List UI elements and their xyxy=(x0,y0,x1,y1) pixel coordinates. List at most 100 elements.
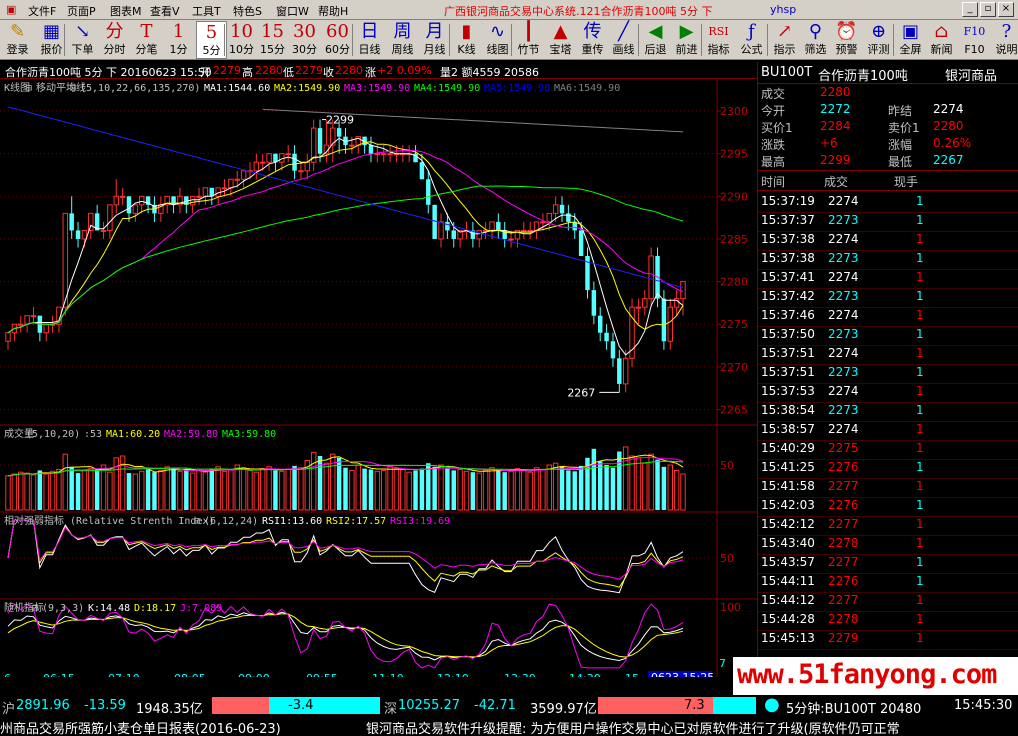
toolbar-icon: ⏰ xyxy=(835,21,858,42)
collapse-icon[interactable]: ⊟ xyxy=(70,83,76,94)
volume-bar xyxy=(189,472,196,511)
collapse-icon[interactable]: ⊟ xyxy=(32,603,38,614)
kdj-y-tick: 7 xyxy=(719,657,726,670)
toolbar-button-预警[interactable]: ⏰ 预警 xyxy=(831,21,862,59)
sh-amount: 1948.35亿 xyxy=(136,702,203,717)
close-icon[interactable]: × xyxy=(998,2,1014,17)
toolbar-button-重传[interactable]: 传重传 xyxy=(577,21,608,59)
x-tick-label: 11:10 xyxy=(372,672,404,677)
volume-bar xyxy=(88,468,94,511)
ticker-left[interactable]: 州商品交易所强筋小麦仓单日报表(2016-06-23) xyxy=(0,718,281,736)
toolbar-separator xyxy=(701,24,702,56)
toolbar-button-报价[interactable]: ▦ 报价 xyxy=(36,21,67,59)
volume-bar xyxy=(266,466,272,511)
toolbar-button-指示[interactable]: ↗ 指示 xyxy=(769,21,800,59)
menu-item[interactable]: 查看V xyxy=(150,3,180,19)
candle-body xyxy=(113,195,119,206)
tick-volume: 1 xyxy=(916,194,924,208)
minimize-icon[interactable]: _ xyxy=(962,2,978,17)
menu-item[interactable]: 特色S xyxy=(233,3,262,19)
info-field: 低 xyxy=(283,66,294,79)
news-ticker[interactable]: 州商品交易所强筋小麦仓单日报表(2016-06-23) 银河商品交易软件升级提醒:… xyxy=(0,716,1018,736)
toolbar-button-月线[interactable]: 月月线 xyxy=(419,21,450,59)
toolbar-button-评测[interactable]: ⊕ 评测 xyxy=(863,21,894,59)
toolbar-button-说明[interactable]: ? 说明 xyxy=(991,21,1018,59)
volume-bar xyxy=(642,462,648,511)
toolbar-label: 新闻 xyxy=(930,43,953,56)
toolbar-button-全屏[interactable]: ▣ 全屏 xyxy=(895,21,926,59)
tick-price: 2279 xyxy=(828,631,859,645)
toolbar-button-5分[interactable]: 5 5分 xyxy=(196,21,227,59)
volume-bar xyxy=(413,470,418,510)
toolbar-icon: ✎ xyxy=(9,21,26,42)
quote-value: 2280 xyxy=(933,119,964,133)
toolbar-button-指标[interactable]: RSI 指标 xyxy=(703,21,734,59)
toolbar-button-筛选[interactable]: ⚲ 筛选 xyxy=(800,21,831,59)
toolbar-button-分时[interactable]: 分分时 xyxy=(99,21,130,59)
toolbar-button-登录[interactable]: ✎ 登录 xyxy=(2,21,33,59)
toolbar-button-60分[interactable]: 60 60分 xyxy=(322,21,353,59)
menu-item[interactable]: 工具T xyxy=(192,3,221,19)
candle-body xyxy=(661,298,667,342)
menu-item[interactable]: 图表M xyxy=(110,3,142,19)
tick-volume: 1 xyxy=(916,403,924,417)
toolbar-button-日线[interactable]: 日日线 xyxy=(354,21,385,59)
candle-body xyxy=(126,196,132,214)
toolbar-button-10分[interactable]: 10 10分 xyxy=(226,21,257,59)
volume-bar xyxy=(655,459,660,510)
toolbar-button-15分[interactable]: 15 15分 xyxy=(257,21,288,59)
ticker-right[interactable]: 银河商品交易软件升级提醒: 为方便用户操作交易中心已对原软件进行了升级(原软件仍… xyxy=(366,718,900,736)
collapse-icon[interactable]: ⊟ xyxy=(26,83,32,94)
kline-chart[interactable]: 2300 2295 2290 2285 2280 2275 2270 2265 2299 2267… xyxy=(0,80,757,677)
toolbar-button-分笔[interactable]: T 分笔 xyxy=(131,21,162,59)
volume-bar xyxy=(680,473,686,511)
connection-icon[interactable]: ● xyxy=(764,694,780,715)
volume-bar xyxy=(310,451,317,511)
volume-bar xyxy=(406,471,412,511)
toolbar-button-新闻[interactable]: ⌂ 新闻 xyxy=(926,21,957,59)
volume-bar xyxy=(552,462,559,511)
toolbar-button-周线[interactable]: 周周线 xyxy=(387,21,418,59)
candle-body xyxy=(572,221,577,231)
volume-bar xyxy=(43,473,49,511)
toolbar-button-竹节[interactable]: ┃ 竹节 xyxy=(513,21,544,59)
volume-bar xyxy=(177,470,183,511)
candle-body xyxy=(240,170,247,180)
restore-icon[interactable]: ▫ xyxy=(980,2,996,17)
volume-bar xyxy=(164,466,170,511)
volume-bar xyxy=(451,470,456,510)
volume-bar xyxy=(56,469,62,511)
tick-price: 2274 xyxy=(828,422,859,436)
tick-volume: 1 xyxy=(916,498,924,512)
volume-bar xyxy=(215,466,221,511)
volume-bar xyxy=(24,472,30,511)
menu-item[interactable]: 窗口W xyxy=(276,3,309,19)
toolbar-button-公式[interactable]: ƒ 公式 xyxy=(736,21,767,59)
toolbar-button-前进[interactable]: ▶ 前进 xyxy=(671,21,702,59)
volume-bar xyxy=(240,467,247,511)
candle-body xyxy=(552,204,559,214)
toolbar-icon: F10 xyxy=(963,25,986,38)
y-tick-label: 2290 xyxy=(720,190,748,203)
toolbar-button-1分[interactable]: 1 1分 xyxy=(163,21,194,59)
toolbar-button-K线[interactable]: ▮ K线 xyxy=(451,21,482,59)
volume-bar xyxy=(184,469,189,510)
tick-time: 15:45:13 xyxy=(761,631,815,645)
menu-item[interactable]: 页面P xyxy=(67,3,96,19)
candle-body xyxy=(259,161,266,164)
tick-time: 15:37:46 xyxy=(761,308,815,322)
toolbar-button-宝塔[interactable]: ▲ 宝塔 xyxy=(545,21,576,59)
toolbar-button-后退[interactable]: ◀ 后退 xyxy=(640,21,671,59)
toolbar-label: 登录 xyxy=(6,43,29,56)
collapse-icon[interactable]: ⊟ xyxy=(194,516,200,527)
low-marker: 2267 xyxy=(567,386,595,399)
toolbar-button-线图[interactable]: ∿ 线图 xyxy=(482,21,513,59)
volume-bar xyxy=(279,470,285,511)
toolbar-button-下单[interactable]: ↘ 下单 xyxy=(67,21,98,59)
toolbar-label: 下单 xyxy=(71,43,94,56)
toolbar-button-30分[interactable]: 30 30分 xyxy=(289,21,320,59)
menu-item[interactable]: 文件F xyxy=(28,3,56,19)
toolbar-button-F10[interactable]: F10 F10 xyxy=(959,21,990,59)
toolbar-button-画线[interactable]: ╱ 画线 xyxy=(608,21,639,59)
menu-item[interactable]: 帮助H xyxy=(318,3,348,19)
